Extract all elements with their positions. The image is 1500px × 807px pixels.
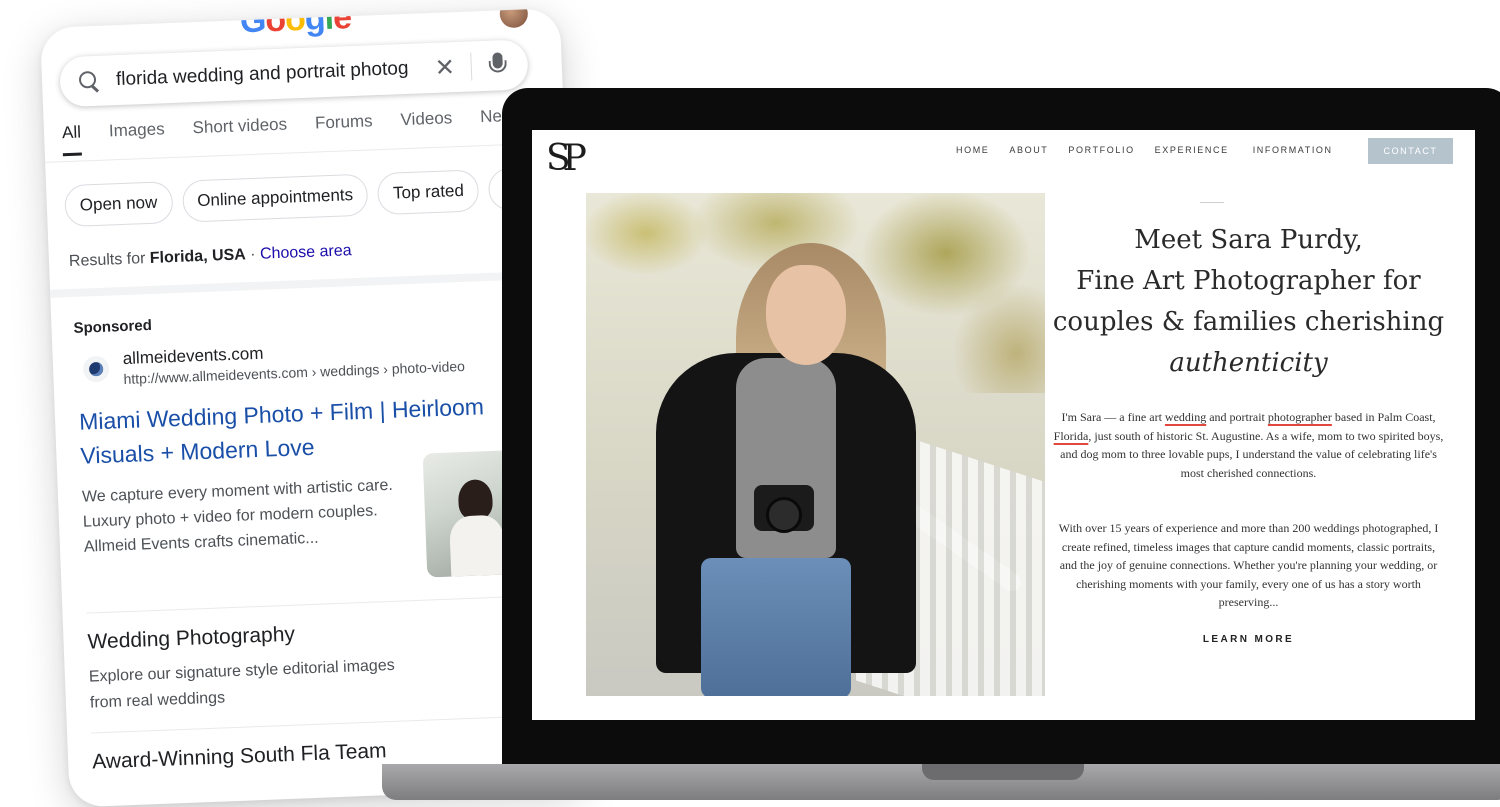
ad-site-name[interactable]: allmeidevents.com — [122, 344, 263, 369]
hero-headline: Meet Sara Purdy, Fine Art Photographer f… — [1052, 220, 1445, 384]
tab-short-videos[interactable]: Short videos — [192, 115, 288, 152]
nav-home[interactable]: HOME — [946, 145, 999, 155]
nav-portfolio[interactable]: PORTFOLIO — [1058, 145, 1144, 155]
google-logo: Google — [239, 8, 352, 41]
sponsored-label: Sponsored — [73, 316, 153, 337]
search-divider — [470, 52, 473, 81]
sitelink-award-winning-team[interactable]: Award-Winning South Fla Team — [92, 739, 387, 774]
photo-subject-jeans — [701, 558, 851, 696]
site-logo[interactable]: SP — [546, 138, 587, 179]
sitelink-description: Explore our signature style editorial im… — [88, 656, 395, 712]
location-name: Florida, USA — [149, 246, 247, 267]
chip-top-rated[interactable]: Top rated — [377, 169, 480, 216]
microphone-icon[interactable] — [487, 52, 508, 79]
tab-images[interactable]: Images — [109, 119, 166, 154]
avatar[interactable] — [499, 8, 529, 29]
ad-description: We capture every moment with artistic ca… — [81, 476, 394, 556]
search-bar[interactable]: florida wedding and portrait photog ✕ — [59, 39, 529, 108]
photo-subject-face — [766, 265, 846, 365]
laptop-frame: SP HOME ABOUT PORTFOLIO EXPERIENCE INFOR… — [502, 88, 1500, 768]
headline-emphasis: authenticity — [1169, 348, 1328, 378]
search-tabs: All Images Short videos Forums Videos Ne… — [61, 106, 512, 157]
keyword-wedding: wedding — [1164, 410, 1207, 424]
filter-chips: Open now Online appointments Top rated N… — [64, 166, 542, 228]
sitelink-divider — [91, 714, 561, 734]
keyword-photographer: photographer — [1267, 410, 1332, 424]
portrait-photo — [586, 193, 1045, 696]
website-screen: SP HOME ABOUT PORTFOLIO EXPERIENCE INFOR… — [532, 130, 1475, 720]
decorative-rule — [1200, 202, 1224, 203]
experience-paragraph: With over 15 years of experience and mor… — [1058, 521, 1439, 609]
tab-videos[interactable]: Videos — [400, 108, 453, 143]
sitelink-divider — [86, 594, 557, 614]
section-divider — [50, 269, 570, 298]
chip-online-appointments[interactable]: Online appointments — [181, 173, 369, 223]
search-input[interactable]: florida wedding and portrait photog — [116, 57, 422, 91]
choose-area-link[interactable]: Choose area — [260, 242, 352, 263]
tab-forums[interactable]: Forums — [315, 111, 374, 146]
laptop-notch — [922, 764, 1084, 780]
sitelink-wedding-photography[interactable]: Wedding Photography — [87, 623, 295, 655]
nav-about[interactable]: ABOUT — [999, 145, 1058, 155]
nav-experience[interactable]: EXPERIENCE — [1145, 145, 1239, 155]
chip-open-now[interactable]: Open now — [64, 181, 174, 228]
site-nav: HOME ABOUT PORTFOLIO EXPERIENCE INFORMAT… — [946, 145, 1410, 155]
camera-icon — [754, 485, 814, 533]
nav-information[interactable]: INFORMATION — [1239, 145, 1343, 155]
results-location: Results for Florida, USA · Choose area — [68, 242, 352, 271]
close-icon[interactable]: ✕ — [434, 53, 455, 83]
search-icon — [78, 70, 101, 93]
tab-all[interactable]: All — [61, 122, 82, 157]
keyword-florida: Florida — [1053, 428, 1089, 443]
globe-icon — [82, 355, 110, 383]
intro-paragraph: I'm Sara — a fine art wedding and portra… — [1053, 410, 1444, 480]
learn-more-link[interactable]: LEARN MORE — [1052, 634, 1445, 645]
contact-button[interactable]: CONTACT — [1368, 138, 1453, 164]
